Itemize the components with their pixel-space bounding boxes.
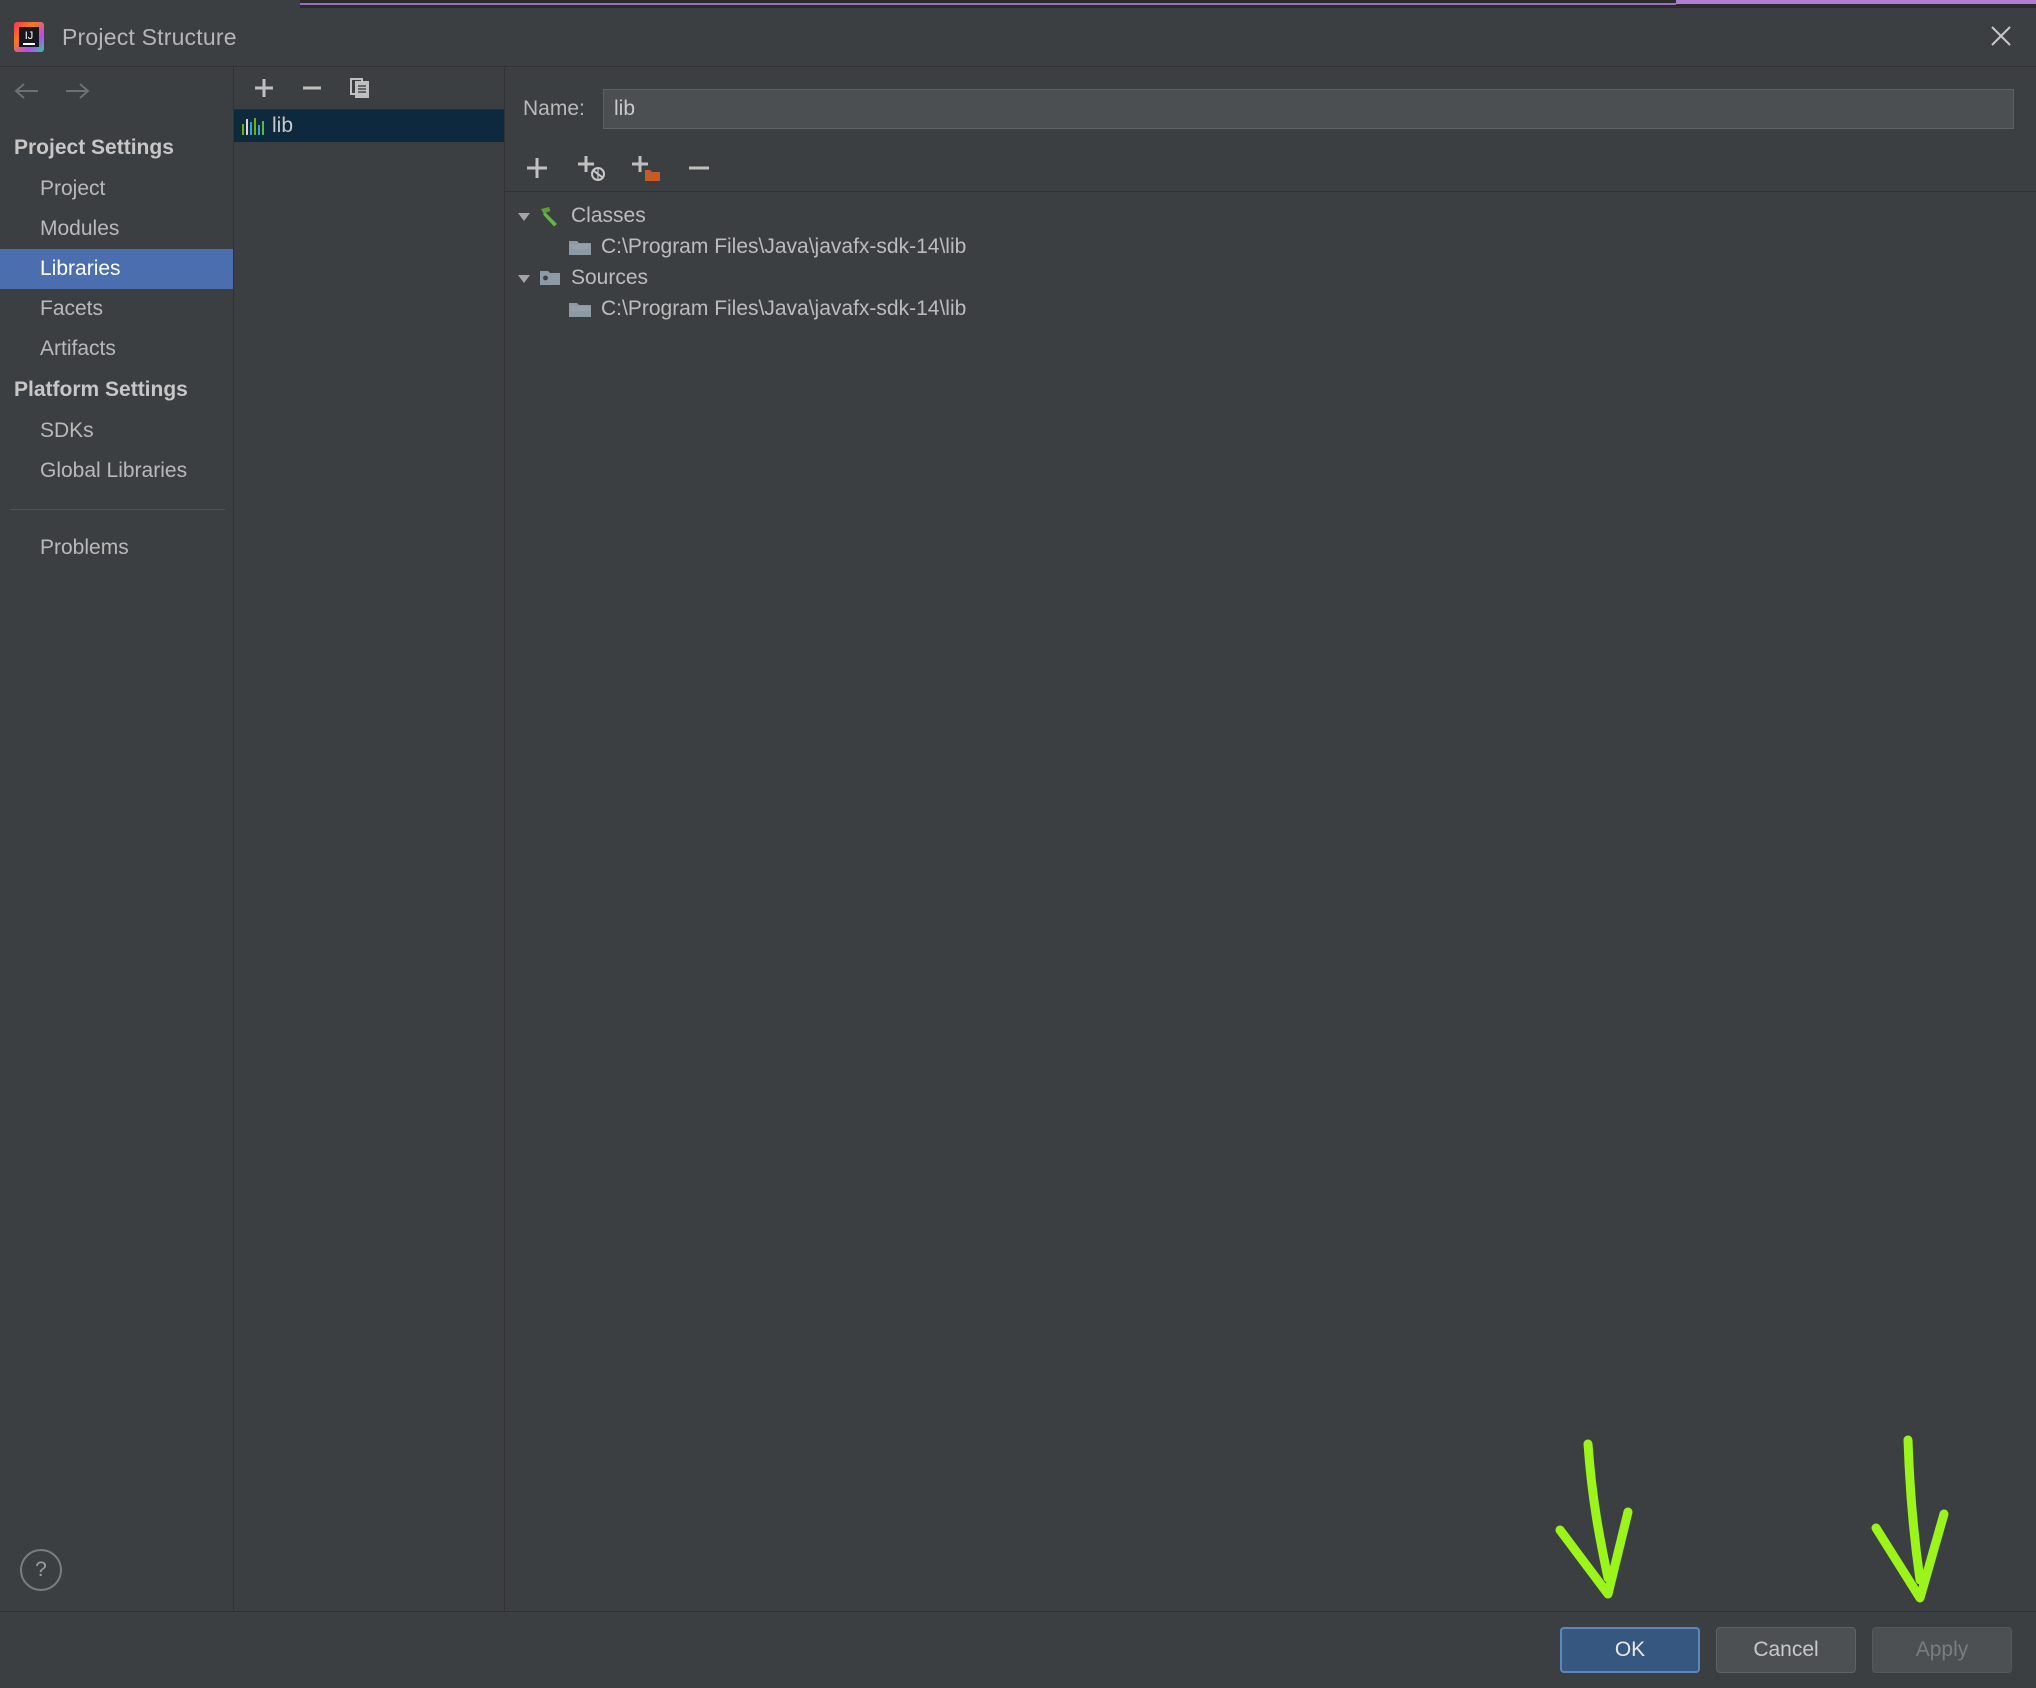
- sidebar-item-project[interactable]: Project: [0, 169, 233, 209]
- sources-folder-icon: [537, 266, 563, 290]
- settings-sidebar: Project Settings Project Modules Librari…: [0, 67, 234, 1611]
- project-structure-dialog: IJ Project Structure: [0, 8, 2036, 1688]
- arrow-right-icon[interactable]: [60, 75, 94, 107]
- archive-folder-icon: [567, 235, 593, 259]
- ok-button[interactable]: OK: [1560, 1627, 1700, 1673]
- add-folder-button[interactable]: [627, 151, 663, 185]
- close-icon[interactable]: [1974, 10, 2028, 62]
- add-module-button[interactable]: [573, 151, 609, 185]
- dialog-body: Project Settings Project Modules Librari…: [0, 66, 2036, 1611]
- library-icon: [242, 117, 264, 135]
- name-row: Name:: [505, 67, 2036, 129]
- sidebar-item-modules[interactable]: Modules: [0, 209, 233, 249]
- libraries-list-panel: lib: [234, 67, 505, 1611]
- sidebar-divider: [10, 509, 225, 510]
- sidebar-item-sdks[interactable]: SDKs: [0, 411, 233, 451]
- classes-hammer-icon: [537, 203, 563, 229]
- sidebar-nav-arrows: [0, 67, 233, 115]
- tree-leaf-classes-path[interactable]: C:\Program Files\Java\javafx-sdk-14\lib: [505, 231, 2036, 262]
- sidebar-item-global-libraries[interactable]: Global Libraries: [0, 451, 233, 491]
- help-button-wrapper: ?: [20, 1549, 62, 1591]
- dialog-footer: OK Cancel Apply: [0, 1611, 2036, 1688]
- libraries-toolbar: [234, 67, 504, 110]
- archive-folder-icon: [567, 297, 593, 321]
- sidebar-item-facets[interactable]: Facets: [0, 289, 233, 329]
- cancel-button[interactable]: Cancel: [1716, 1627, 1856, 1673]
- remove-button[interactable]: [681, 151, 717, 185]
- library-roots-toolbar: [505, 145, 2036, 192]
- list-item-label: lib: [272, 114, 293, 138]
- libraries-list: lib: [234, 110, 504, 1611]
- tree-leaf-label: C:\Program Files\Java\javafx-sdk-14\lib: [601, 235, 966, 259]
- name-label: Name:: [523, 97, 603, 121]
- tree-node-label: Classes: [571, 204, 646, 228]
- sidebar-item-problems[interactable]: Problems: [0, 528, 233, 568]
- library-detail-panel: Name:: [505, 67, 2036, 1611]
- background-accent-highlight: [1676, 0, 2036, 4]
- tree-leaf-sources-path[interactable]: C:\Program Files\Java\javafx-sdk-14\lib: [505, 293, 2036, 324]
- dialog-title: Project Structure: [62, 24, 237, 51]
- sidebar-group-platform-settings: Platform Settings: [0, 369, 233, 411]
- tree-node-classes[interactable]: Classes: [505, 200, 2036, 231]
- dialog-titlebar: IJ Project Structure: [0, 8, 2036, 66]
- tree-leaf-label: C:\Program Files\Java\javafx-sdk-14\lib: [601, 297, 966, 321]
- chevron-down-icon[interactable]: [511, 207, 537, 225]
- tree-node-label: Sources: [571, 266, 648, 290]
- sidebar-item-libraries[interactable]: Libraries: [0, 249, 233, 289]
- apply-button: Apply: [1872, 1627, 2012, 1673]
- sidebar-list: Project Settings Project Modules Librari…: [0, 115, 233, 568]
- add-button[interactable]: [519, 151, 555, 185]
- help-icon[interactable]: ?: [20, 1549, 62, 1591]
- sidebar-group-project-settings: Project Settings: [0, 127, 233, 169]
- list-item[interactable]: lib: [234, 110, 504, 142]
- copy-library-button[interactable]: [344, 72, 376, 104]
- intellij-idea-icon: IJ: [14, 22, 44, 52]
- arrow-left-icon[interactable]: [10, 75, 44, 107]
- tree-node-sources[interactable]: Sources: [505, 262, 2036, 293]
- chevron-down-icon[interactable]: [511, 269, 537, 287]
- library-roots-tree: Classes: [505, 192, 2036, 1611]
- background-editor-strip: [0, 0, 2036, 8]
- remove-library-button[interactable]: [296, 72, 328, 104]
- background-accent-line: [300, 3, 1676, 5]
- sidebar-item-artifacts[interactable]: Artifacts: [0, 329, 233, 369]
- background-tab-left: [0, 0, 300, 8]
- add-library-button[interactable]: [248, 72, 280, 104]
- library-name-input[interactable]: [603, 89, 2014, 129]
